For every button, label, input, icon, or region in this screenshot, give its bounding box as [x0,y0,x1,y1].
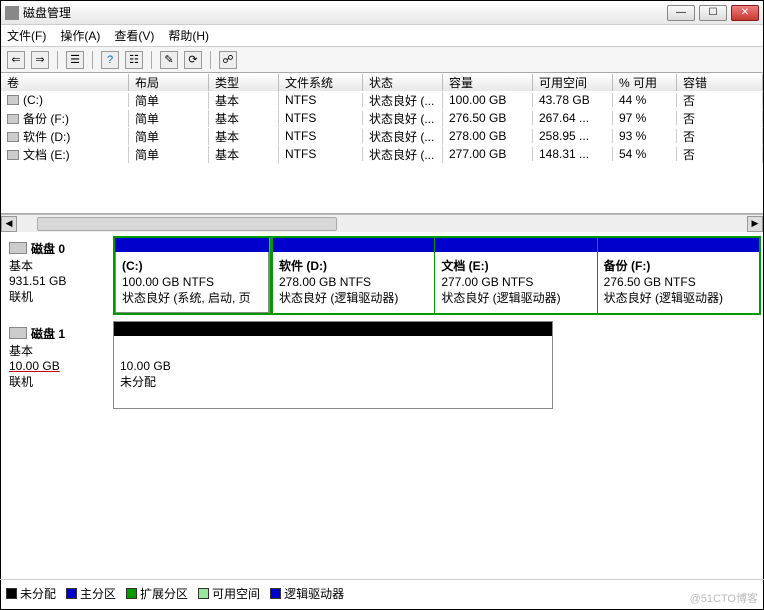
menu-bar: 文件(F) 操作(A) 查看(V) 帮助(H) [1,25,763,47]
disk-1-row: 磁盘 1 基本 10.00 GB 联机 10.00 GB 未分配 [3,321,761,409]
disk-1-label[interactable]: 磁盘 1 基本 10.00 GB 联机 [3,321,113,409]
disk-0-type: 基本 [9,259,33,273]
partition-header [435,238,596,252]
disk-0-status: 联机 [9,290,33,304]
toolbar-icon-1[interactable]: ☰ [66,51,84,69]
title-bar: 磁盘管理 — ☐ ✕ [1,1,763,25]
partition-header [115,238,269,252]
table-header: 卷 布局 类型 文件系统 状态 容量 可用空间 % 可用 容错 [1,73,763,91]
volume-icon [7,132,19,142]
menu-file[interactable]: 文件(F) [7,27,46,44]
col-status[interactable]: 状态 [363,74,443,91]
partition-name: 文档 (E:) [441,259,488,273]
legend: 未分配 主分区 扩展分区 可用空间 逻辑驱动器 [6,585,344,602]
back-button[interactable]: ⇐ [7,51,25,69]
menu-action[interactable]: 操作(A) [60,27,100,44]
disk-0-row: 磁盘 0 基本 931.51 GB 联机 (C:) 100.00 GB NTFS… [3,236,761,315]
maximize-button[interactable]: ☐ [699,5,727,21]
forward-button[interactable]: ⇒ [31,51,49,69]
legend-swatch-free [198,588,209,599]
col-fs[interactable]: 文件系统 [279,74,363,91]
partition-f[interactable]: 备份 (F:) 276.50 GB NTFS 状态良好 (逻辑驱动器) [597,238,759,313]
legend-label: 扩展分区 [140,585,188,602]
partition-header [598,238,759,252]
legend-swatch-unallocated [6,588,17,599]
partition-size: 10.00 GB [120,359,171,373]
scroll-thumb[interactable] [37,217,337,231]
minimize-button[interactable]: — [667,5,695,21]
partition-state: 未分配 [120,375,156,389]
disk-1-type: 基本 [9,344,33,358]
disk-0-size: 931.51 GB [9,274,66,288]
table-row[interactable]: (C:)简单基本NTFS状态良好 (...100.00 GB43.78 GB44… [1,91,763,109]
partition-size: 277.00 GB NTFS [441,275,533,289]
disk-icon [9,242,27,254]
horizontal-scrollbar[interactable]: ◀ ▶ [1,214,763,232]
legend-label: 主分区 [80,585,116,602]
volume-icon [7,114,19,124]
partition-name: (C:) [122,259,143,273]
volume-icon [7,95,19,105]
toolbar-icon-3[interactable]: ✎ [160,51,178,69]
partition-name: 软件 (D:) [279,259,327,273]
partition-header [273,238,434,252]
disk-1-map: 10.00 GB 未分配 [113,321,553,409]
partition-state: 状态良好 (逻辑驱动器) [604,291,723,305]
volume-table: 卷 布局 类型 文件系统 状态 容量 可用空间 % 可用 容错 (C:)简单基本… [1,73,763,214]
toolbar-icon-4[interactable]: ☍ [219,51,237,69]
partition-unallocated[interactable]: 10.00 GB 未分配 [114,322,552,408]
partition-size: 100.00 GB NTFS [122,275,214,289]
partition-header [114,322,552,336]
window-controls: — ☐ ✕ [667,5,759,21]
table-row[interactable]: 软件 (D:)简单基本NTFS状态良好 (...278.00 GB258.95 … [1,127,763,145]
disk-0-label[interactable]: 磁盘 0 基本 931.51 GB 联机 [3,236,113,315]
watermark: @51CTO博客 [690,590,758,606]
partition-size: 276.50 GB NTFS [604,275,696,289]
legend-label: 逻辑驱动器 [284,585,344,602]
refresh-icon[interactable]: ⟳ [184,51,202,69]
disk-1-size: 10.00 GB [9,359,60,373]
legend-swatch-logical [270,588,281,599]
legend-label: 可用空间 [212,585,260,602]
toolbar-icon-2[interactable]: ☷ [125,51,143,69]
menu-view[interactable]: 查看(V) [114,27,154,44]
col-pct[interactable]: % 可用 [613,74,677,91]
partition-c[interactable]: (C:) 100.00 GB NTFS 状态良好 (系统, 启动, 页 [115,238,270,313]
legend-swatch-primary [66,588,77,599]
disk-graphical-view: 磁盘 0 基本 931.51 GB 联机 (C:) 100.00 GB NTFS… [1,232,763,419]
table-row[interactable]: 文档 (E:)简单基本NTFS状态良好 (...277.00 GB148.31 … [1,145,763,163]
disk-icon [9,327,27,339]
col-free[interactable]: 可用空间 [533,74,613,91]
toolbar: ⇐ ⇒ ☰ ? ☷ ✎ ⟳ ☍ [1,47,763,73]
scroll-left-icon[interactable]: ◀ [1,216,17,232]
disk-0-map: (C:) 100.00 GB NTFS 状态良好 (系统, 启动, 页 软件 (… [113,236,761,315]
col-capacity[interactable]: 容量 [443,74,533,91]
col-volume[interactable]: 卷 [1,74,129,91]
scroll-right-icon[interactable]: ▶ [747,216,763,232]
window-title: 磁盘管理 [23,4,667,21]
app-icon [5,6,19,20]
legend-swatch-extended [126,588,137,599]
partition-state: 状态良好 (逻辑驱动器) [441,291,560,305]
partition-state: 状态良好 (逻辑驱动器) [279,291,398,305]
table-row[interactable]: 备份 (F:)简单基本NTFS状态良好 (...276.50 GB267.64 … [1,109,763,127]
col-ft[interactable]: 容错 [677,74,763,91]
close-button[interactable]: ✕ [731,5,759,21]
partition-state: 状态良好 (系统, 启动, 页 [122,291,251,305]
legend-label: 未分配 [20,585,56,602]
help-icon[interactable]: ? [101,51,119,69]
disk-1-status: 联机 [9,375,33,389]
menu-help[interactable]: 帮助(H) [168,27,209,44]
volume-icon [7,150,19,160]
partition-e[interactable]: 文档 (E:) 277.00 GB NTFS 状态良好 (逻辑驱动器) [434,238,596,313]
col-layout[interactable]: 布局 [129,74,209,91]
partition-name: 备份 (F:) [604,259,651,273]
partition-size: 278.00 GB NTFS [279,275,371,289]
partition-d[interactable]: 软件 (D:) 278.00 GB NTFS 状态良好 (逻辑驱动器) [272,238,434,313]
disk-0-name: 磁盘 0 [31,242,65,256]
disk-1-name: 磁盘 1 [31,327,65,341]
col-type[interactable]: 类型 [209,74,279,91]
